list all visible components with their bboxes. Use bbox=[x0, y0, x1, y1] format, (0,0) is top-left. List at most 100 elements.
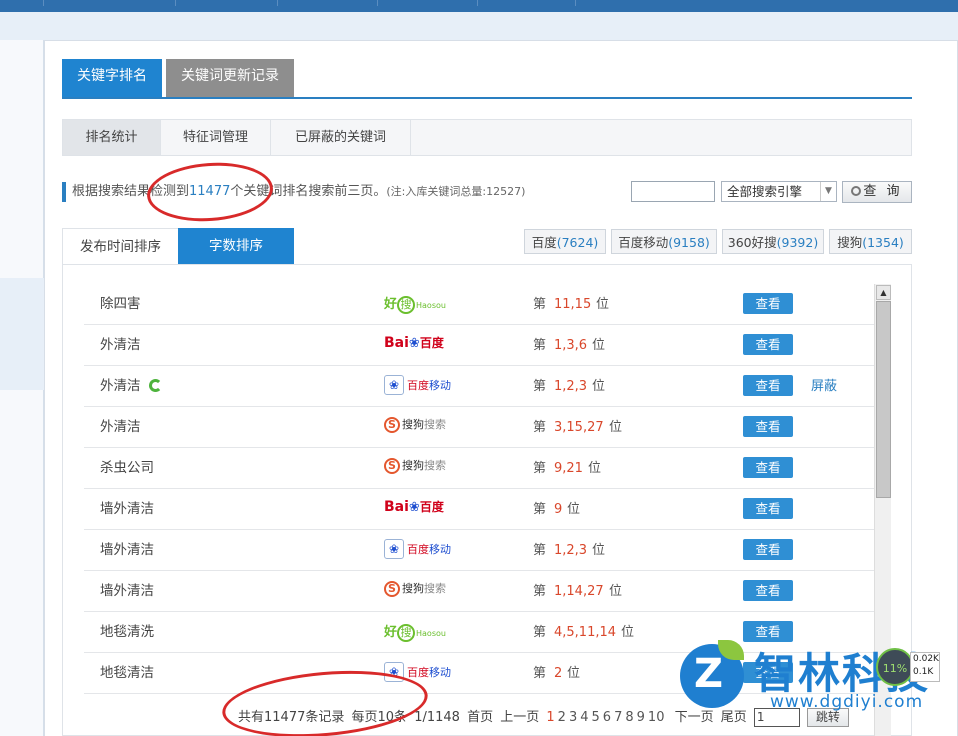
view-button[interactable]: 查看 bbox=[743, 580, 793, 601]
engine-filter-baidu[interactable]: 百度(7624) bbox=[524, 229, 606, 254]
keyword-text: 除四害 bbox=[100, 296, 141, 312]
view-button[interactable]: 查看 bbox=[743, 621, 793, 642]
engine-filter-name: 百度 bbox=[531, 235, 557, 250]
rank-suffix: 位 bbox=[592, 338, 606, 353]
top-nav-segment[interactable] bbox=[278, 0, 378, 6]
engine-filter-name: 360好搜 bbox=[727, 235, 777, 250]
engine-filter-count: (7624) bbox=[556, 235, 599, 250]
block-link[interactable]: 屏蔽 bbox=[811, 366, 837, 407]
left-panel bbox=[0, 40, 44, 278]
page-number-link[interactable]: 7 bbox=[614, 710, 622, 725]
keyword-text: 外清洁 bbox=[100, 337, 141, 353]
sort-by-word-count[interactable]: 字数排序 bbox=[178, 228, 294, 264]
top-nav-segment[interactable] bbox=[0, 0, 44, 6]
keyword-text: 外清洁 bbox=[100, 378, 141, 394]
haosou-logo-icon: 好搜 Haosou bbox=[384, 624, 446, 642]
speed-up: 0.02K bbox=[913, 654, 939, 664]
top-nav-bar bbox=[0, 0, 958, 12]
rank-prefix: 第 bbox=[533, 379, 547, 394]
keyword-text: 外清洁 bbox=[100, 419, 141, 435]
page-number-link[interactable]: 6 bbox=[603, 710, 611, 725]
view-button[interactable]: 查看 bbox=[743, 539, 793, 560]
scroll-up-icon[interactable]: ▲ bbox=[876, 285, 891, 300]
view-button[interactable]: 查看 bbox=[743, 375, 793, 396]
baidu-mobile-logo-icon: ❀ 百度移动 bbox=[384, 539, 464, 561]
watermark-url: www.dgdiyi.com bbox=[770, 692, 924, 712]
view-button[interactable]: 查看 bbox=[743, 498, 793, 519]
tab-keyword-update-log[interactable]: 关键词更新记录 bbox=[166, 59, 294, 97]
query-button-label: 查 询 bbox=[863, 184, 903, 199]
view-button[interactable]: 查看 bbox=[743, 457, 793, 478]
engine-select[interactable]: 全部搜索引擎 ▼ bbox=[721, 181, 837, 202]
page-number-link[interactable]: 4 bbox=[580, 710, 588, 725]
top-nav-segment[interactable] bbox=[378, 0, 478, 6]
keyword-text: 墙外清洁 bbox=[100, 583, 154, 599]
subtab-feature-words[interactable]: 特征词管理 bbox=[161, 120, 271, 155]
sogou-logo-icon: S 搜狗搜索 bbox=[384, 457, 464, 479]
engine-filter-360[interactable]: 360好搜(9392) bbox=[722, 229, 824, 254]
rank-value: 1,2,3 bbox=[554, 543, 588, 558]
rank-prefix: 第 bbox=[533, 584, 547, 599]
pager-prev[interactable]: 上一页 bbox=[500, 710, 539, 725]
rank-suffix: 位 bbox=[588, 461, 602, 476]
top-nav-segment[interactable] bbox=[176, 0, 278, 6]
keyword-search-input[interactable] bbox=[631, 181, 715, 202]
engine-filter-baidu-mobile[interactable]: 百度移动(9158) bbox=[611, 229, 717, 254]
page-number-link[interactable]: 9 bbox=[637, 710, 645, 725]
table-row: 除四害 好搜 Haosou 第 11,15 查看 位 bbox=[84, 284, 874, 325]
engine-filter-sogou[interactable]: 搜狗(1354) bbox=[829, 229, 912, 254]
view-button[interactable]: 查看 bbox=[743, 416, 793, 437]
table-row: 墙外清洁 S 搜狗搜索 第 1,14,27 查看 位 bbox=[84, 571, 874, 612]
rank-value: 2 bbox=[554, 666, 563, 681]
rank-prefix: 第 bbox=[533, 338, 547, 353]
page-number-link[interactable]: 10 bbox=[648, 710, 665, 725]
rank-value: 1,3,6 bbox=[554, 338, 588, 353]
rank-prefix: 第 bbox=[533, 461, 547, 476]
engine-filter-name: 百度移动 bbox=[618, 235, 669, 250]
subtab-blocked-keywords[interactable]: 已屏蔽的关键词 bbox=[271, 120, 411, 155]
engine-filter-count: (9158) bbox=[668, 235, 710, 250]
summary-note: (注:入库关键词总量:12527) bbox=[386, 185, 526, 198]
cpu-badge: 11% bbox=[876, 648, 914, 686]
page-number-link[interactable]: 8 bbox=[625, 710, 633, 725]
sort-by-publish-time[interactable]: 发布时间排序 bbox=[62, 228, 178, 264]
table-row: 外清洁 Bai❀百度 第 1,3,6 查看 位 bbox=[84, 325, 874, 366]
keyword-text: 地毯清洁 bbox=[100, 665, 154, 681]
rank-value: 3,15,27 bbox=[554, 420, 604, 435]
page-number-link[interactable]: 1 bbox=[546, 710, 554, 725]
page-number-link[interactable]: 5 bbox=[592, 710, 600, 725]
rank-suffix: 位 bbox=[592, 379, 606, 394]
sort-tabs: 发布时间排序 字数排序 bbox=[62, 228, 294, 264]
page-number-link[interactable]: 2 bbox=[558, 710, 566, 725]
refresh-icon[interactable] bbox=[149, 379, 162, 392]
baidu-logo-icon: Bai❀百度 bbox=[384, 335, 444, 351]
rank-value: 1,2,3 bbox=[554, 379, 588, 394]
tab-keyword-rank[interactable]: 关键字排名 bbox=[62, 59, 162, 97]
engine-filter-name: 搜狗 bbox=[837, 235, 863, 250]
rank-suffix: 位 bbox=[609, 420, 623, 435]
chevron-down-icon: ▼ bbox=[820, 182, 836, 201]
engine-filter-count: (9392) bbox=[776, 235, 819, 250]
engine-filter-count: (1354) bbox=[862, 235, 904, 250]
query-button[interactable]: 查 询 bbox=[842, 181, 912, 203]
engine-select-value: 全部搜索引擎 bbox=[727, 184, 803, 199]
rank-prefix: 第 bbox=[533, 625, 547, 640]
rank-suffix: 位 bbox=[609, 584, 623, 599]
view-button[interactable]: 查看 bbox=[743, 293, 793, 314]
table-row: 墙外清洁 ❀ 百度移动 第 1,2,3 查看 位 bbox=[84, 530, 874, 571]
top-nav-segment[interactable] bbox=[478, 0, 576, 6]
rank-suffix: 位 bbox=[567, 502, 581, 517]
rank-value: 9 bbox=[554, 502, 563, 517]
keyword-text: 地毯清洗 bbox=[100, 624, 154, 640]
page-number-link[interactable]: 3 bbox=[569, 710, 577, 725]
summary-text: 根据搜索结果检测到11477个关键词排名搜索前三页。(注:入库关键词总量:125… bbox=[62, 182, 622, 202]
scroll-thumb[interactable] bbox=[876, 301, 891, 498]
speed-down: 0.1K bbox=[913, 667, 934, 677]
pager-pages: 1/1148 bbox=[414, 710, 460, 725]
view-button[interactable]: 查看 bbox=[743, 334, 793, 355]
top-nav-segment[interactable] bbox=[56, 0, 176, 6]
table-row: 墙外清洁 Bai❀百度 第 9 查看 位 bbox=[84, 489, 874, 530]
rank-suffix: 位 bbox=[621, 625, 635, 640]
pager-first[interactable]: 首页 bbox=[467, 710, 493, 725]
subtab-rank-stats[interactable]: 排名统计 bbox=[63, 120, 161, 155]
